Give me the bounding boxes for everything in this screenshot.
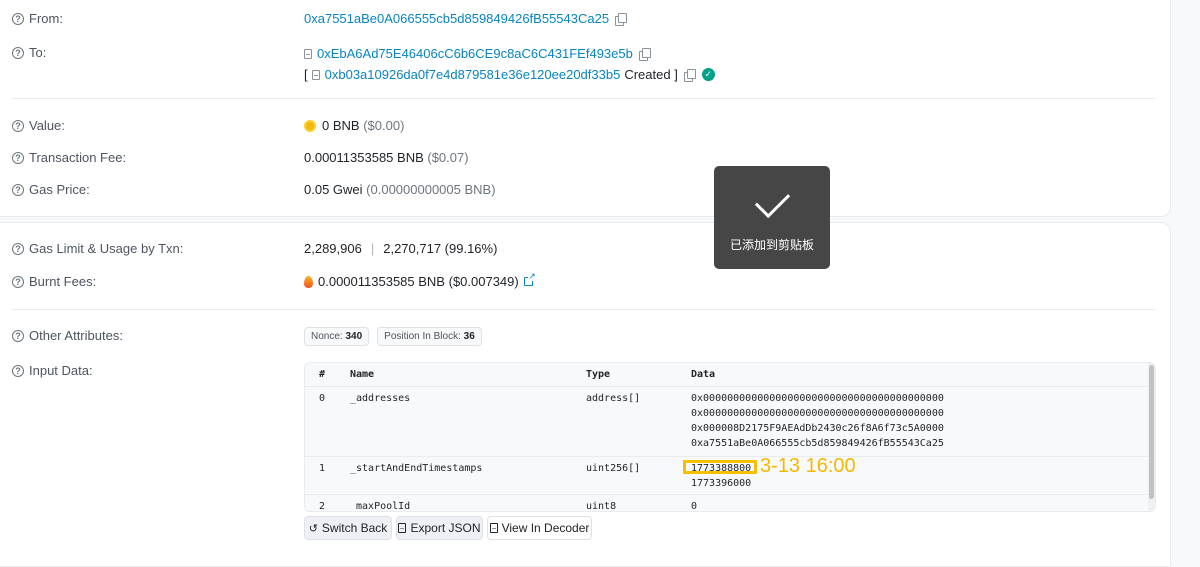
transaction-overview-card: [0, 0, 1171, 217]
value-amount: 0 BNB ($0.00): [304, 118, 404, 133]
file-icon: [398, 523, 407, 533]
burnt-fees-label: ? Burnt Fees:: [12, 274, 96, 289]
row-divider: [305, 456, 1148, 457]
timestamp-highlight-box: [683, 460, 757, 474]
bnb-coin-icon: [304, 119, 316, 132]
external-link-icon[interactable]: [523, 272, 536, 286]
from-label: ? From:: [12, 11, 63, 26]
file-icon: [489, 523, 498, 533]
fee-amount: 0.00011353585 BNB ($0.07): [304, 150, 469, 165]
gas-price-label: ? Gas Price:: [12, 182, 90, 197]
table-header: # Name Type Data: [305, 363, 1148, 387]
question-icon: ?: [12, 329, 24, 342]
contract-file-icon: [311, 69, 320, 80]
gas-limit-value: 2,289,906 | 2,270,717 (99.16%): [304, 241, 498, 256]
gas-limit-label: ? Gas Limit & Usage by Txn:: [12, 241, 183, 256]
undo-icon: ↺: [308, 522, 318, 535]
switch-back-button[interactable]: ↺ Switch Back: [304, 516, 392, 540]
view-in-decoder-button[interactable]: View In Decoder: [487, 516, 592, 540]
question-icon: ?: [12, 364, 24, 377]
question-icon: ?: [12, 119, 24, 132]
copy-icon[interactable]: [638, 47, 651, 61]
input-data-label: ? Input Data:: [12, 363, 93, 378]
timestamp-annotation: 3-13 16:00: [760, 455, 856, 477]
copy-icon[interactable]: [683, 68, 696, 82]
other-attributes-label: ? Other Attributes:: [12, 328, 123, 343]
address-link[interactable]: 0x00000000000000000000000000000000000000…: [691, 393, 944, 404]
timestamp-end: 1773396000: [691, 478, 752, 489]
divider: [12, 309, 1155, 310]
question-icon: ?: [12, 46, 24, 59]
checkmark-icon: [754, 182, 791, 219]
row-divider: [305, 494, 1148, 495]
question-icon: ?: [12, 275, 24, 288]
check-circle-icon: ✓: [701, 68, 715, 81]
export-json-button[interactable]: Export JSON: [396, 516, 483, 540]
from-address-link[interactable]: 0xa7551aBe0A066555cb5d859849426fB55543Ca…: [304, 11, 609, 26]
address-link[interactable]: 0xa7551aBe0A066555cb5d859849426fB55543Ca…: [691, 438, 944, 449]
header-type: Type: [586, 369, 611, 380]
burnt-fees-value: 0.000011353585 BNB ($0.007349): [304, 272, 536, 289]
created-address-link[interactable]: 0xb03a10926da0f7e4d879581e36e120ee20df33…: [325, 67, 621, 82]
to-label: ? To:: [12, 45, 46, 60]
question-icon: ?: [12, 242, 24, 255]
scrollbar-thumb[interactable]: [1149, 365, 1154, 499]
flame-icon: [304, 275, 313, 288]
divider: [12, 98, 1155, 99]
input-data-table[interactable]: # Name Type Data 0 _addresses address[] …: [304, 362, 1156, 512]
from-value: 0xa7551aBe0A066555cb5d859849426fB55543Ca…: [304, 11, 628, 26]
contract-file-icon: [304, 48, 312, 59]
to-address-link[interactable]: 0xEbA6Ad75E46406cC6b6CE9c8aC6C431FEf493e…: [317, 46, 633, 61]
header-index: #: [319, 369, 326, 380]
to-value: 0xEbA6Ad75E46406cC6b6CE9c8aC6C431FEf493e…: [304, 46, 651, 61]
other-attributes: Nonce: 340 Position In Block: 36: [304, 327, 490, 346]
nonce-badge: Nonce: 340: [304, 327, 370, 346]
question-icon: ?: [12, 12, 24, 25]
question-icon: ?: [12, 151, 24, 164]
position-badge: Position In Block: 36: [377, 327, 482, 346]
header-name: Name: [350, 369, 375, 380]
table-scrollbar[interactable]: [1148, 363, 1155, 511]
gas-price-amount: 0.05 Gwei (0.00000000005 BNB): [304, 182, 496, 197]
created-contract: [ 0xb03a10926da0f7e4d879581e36e120ee20df…: [304, 67, 715, 82]
copied-toast: 已添加到剪贴板: [714, 166, 830, 269]
toast-message: 已添加到剪贴板: [729, 238, 814, 252]
header-data: Data: [691, 369, 716, 380]
copy-icon[interactable]: [615, 12, 628, 26]
fee-label: ? Transaction Fee:: [12, 150, 126, 165]
address-link[interactable]: 0x00000000000000000000000000000000000000…: [691, 408, 944, 419]
value-label: ? Value:: [12, 118, 65, 133]
question-icon: ?: [12, 183, 24, 196]
address-link[interactable]: 0x000008D2175F9AEAdDb2430c26f8A6f73c5A00…: [691, 423, 944, 434]
